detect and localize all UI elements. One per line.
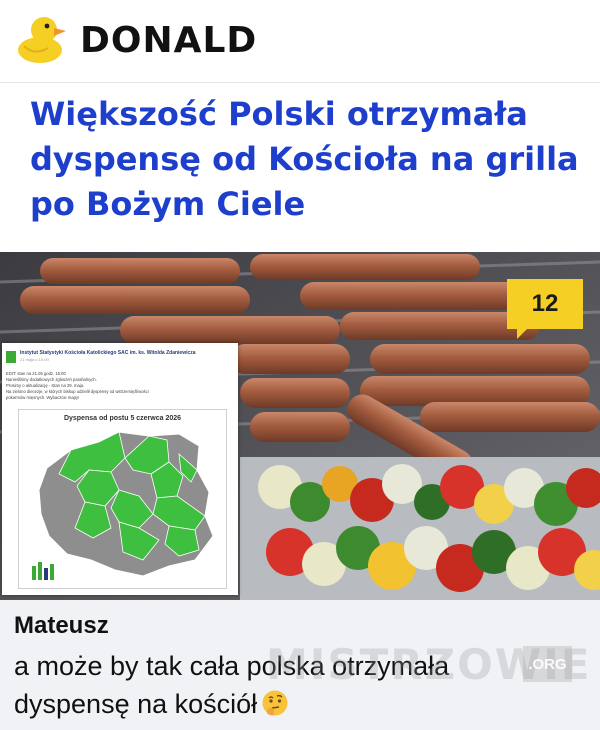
- comment-author[interactable]: Mateusz: [14, 612, 109, 640]
- embedded-post-text: EDIT: stan na 21.05 godz. 15:00 Nanieśli…: [6, 371, 234, 401]
- article-photo[interactable]: 12 Instytut Statystyki Kościoła Katolick…: [0, 252, 600, 600]
- article-headline[interactable]: Większość Polski otrzymała dyspensę od K…: [30, 92, 579, 227]
- watermark-suffix: .ORG: [523, 646, 572, 682]
- brand-name[interactable]: DONALD: [80, 20, 257, 61]
- headline-line[interactable]: Większość Polski otrzymała: [30, 92, 575, 137]
- comment-count: 12: [531, 290, 559, 317]
- poland-dispensation-map: Dyspensa od postu 5 czerwca 2026: [18, 409, 227, 589]
- embedded-post-header: Instytut Statystyki Kościoła Katolickieg…: [6, 349, 234, 367]
- iskk-logo-icon: [6, 351, 16, 363]
- iskk-logo-icon: [32, 562, 54, 580]
- comment-count-badge[interactable]: 12: [507, 279, 583, 339]
- embedded-post-meta: 21 maja o 10:00: [20, 357, 49, 362]
- site-header: DONALD: [0, 0, 600, 83]
- comment-line: dyspensę na kościół: [14, 689, 258, 719]
- embedded-post-screenshot: Instytut Statystyki Kościoła Katolickieg…: [2, 343, 238, 595]
- embedded-post-line: pokarmów mięsnych. Wybaczcie mapy!: [6, 395, 80, 400]
- comment-line-2: dyspensę na kościół: [14, 685, 574, 723]
- embedded-post-org: Instytut Statystyki Kościoła Katolickieg…: [20, 350, 196, 356]
- headline-line[interactable]: po Bożym Ciele: [30, 182, 575, 227]
- rubber-duck-icon[interactable]: [14, 12, 68, 64]
- thinking-face-emoji: [262, 690, 288, 716]
- headline-line[interactable]: dyspensę od Kościoła na grilla: [30, 137, 579, 182]
